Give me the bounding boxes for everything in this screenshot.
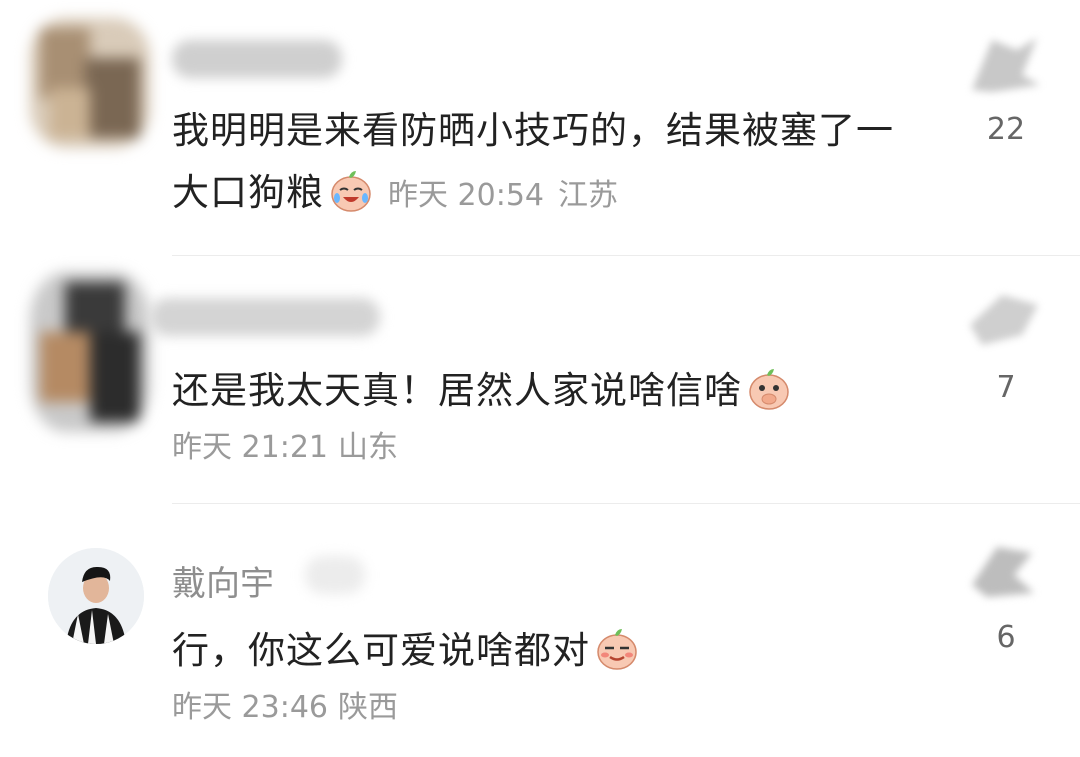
comment-time: 昨天 20:54 (388, 178, 544, 213)
comment-meta: 昨天 23:46 陕西 (172, 682, 398, 726)
like-count: 22 (986, 112, 1026, 147)
comment-location: 陕西 (338, 690, 398, 725)
comment-location: 江苏 (558, 178, 618, 213)
divider (172, 255, 1080, 256)
avatar[interactable] (30, 272, 150, 432)
comment-time: 昨天 21:21 (172, 430, 328, 465)
comment-time: 昨天 23:46 (172, 690, 328, 725)
username-blurred (172, 40, 342, 78)
comment-text: 还是我太天真！居然人家说啥信啥 (172, 360, 912, 422)
comment-text: 我明明是来看防晒小技巧的，结果被塞了一大口狗粮 昨天 20:54 江苏 (172, 100, 912, 227)
user-photo-avatar[interactable] (48, 548, 144, 644)
avatar[interactable] (30, 18, 150, 148)
laughing-tears-peach-emoji (331, 171, 371, 212)
comment-body: 还是我太天真！居然人家说啥信啥 (172, 369, 742, 412)
like-icon[interactable] (962, 535, 1046, 605)
comment-meta: 昨天 21:21 山东 (172, 422, 398, 466)
divider (172, 503, 1080, 504)
username[interactable]: 戴向宇 (172, 556, 274, 605)
username-blurred (150, 298, 380, 336)
comment-text: 行，你这么可爱说啥都对 (172, 620, 912, 682)
comment-location: 山东 (338, 430, 398, 465)
like-icon[interactable] (962, 30, 1046, 100)
username-badge-blurred (305, 556, 365, 594)
like-icon[interactable] (962, 285, 1046, 355)
comment-body: 行，你这么可爱说啥都对 (172, 629, 590, 672)
like-count: 6 (996, 620, 1016, 655)
covering-mouth-peach-emoji (749, 369, 789, 410)
like-count: 7 (996, 370, 1016, 405)
smirk-peach-emoji (597, 629, 637, 670)
